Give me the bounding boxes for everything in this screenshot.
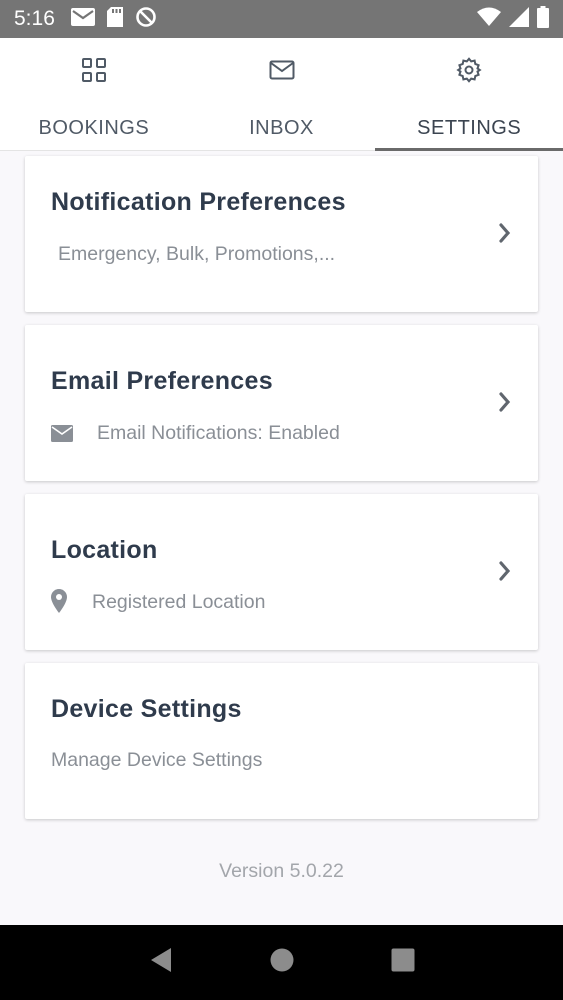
card-title: Device Settings bbox=[51, 695, 242, 723]
device-settings-card[interactable]: Device Settings Manage Device Settings bbox=[25, 663, 538, 819]
back-button[interactable] bbox=[131, 933, 191, 993]
status-bar: 5:16 bbox=[0, 0, 563, 38]
envelope-icon bbox=[269, 57, 295, 83]
version-label: Version 5.0.22 bbox=[219, 860, 344, 882]
map-pin-icon bbox=[51, 589, 67, 618]
tab-settings[interactable]: SETTINGS bbox=[375, 38, 563, 151]
back-triangle-icon bbox=[149, 947, 173, 978]
card-subtitle: Email Notifications: Enabled bbox=[97, 422, 340, 444]
battery-icon bbox=[537, 5, 549, 33]
recents-square-icon bbox=[391, 948, 415, 977]
tab-label: INBOX bbox=[249, 117, 314, 139]
signal-icon bbox=[509, 6, 529, 32]
system-nav-bar bbox=[0, 925, 563, 1000]
notification-preferences-card[interactable]: Notification Preferences Emergency, Bulk… bbox=[25, 156, 538, 312]
active-tab-indicator bbox=[375, 148, 563, 151]
recents-button[interactable] bbox=[373, 933, 433, 993]
card-title: Email Preferences bbox=[51, 367, 273, 395]
tab-bookings[interactable]: BOOKINGS bbox=[0, 38, 188, 150]
home-button[interactable] bbox=[252, 933, 312, 993]
status-time: 5:16 bbox=[14, 7, 55, 30]
card-subtitle: Manage Device Settings bbox=[51, 749, 263, 771]
chevron-right-icon bbox=[498, 391, 512, 418]
wifi-icon bbox=[477, 7, 501, 32]
chevron-right-icon bbox=[498, 222, 512, 249]
chevron-right-icon bbox=[498, 560, 512, 587]
gear-icon bbox=[456, 57, 482, 83]
grid-icon bbox=[81, 57, 107, 83]
tab-bar: BOOKINGS INBOX SETTINGS bbox=[0, 38, 563, 151]
home-circle-icon bbox=[270, 948, 294, 977]
card-title: Notification Preferences bbox=[51, 188, 346, 216]
email-preferences-card[interactable]: Email Preferences Email Notifications: E… bbox=[25, 325, 538, 481]
sd-card-icon bbox=[106, 6, 123, 32]
card-subtitle: Emergency, Bulk, Promotions,... bbox=[58, 243, 336, 265]
envelope-icon bbox=[51, 425, 73, 447]
tab-inbox[interactable]: INBOX bbox=[188, 38, 376, 150]
tab-label: SETTINGS bbox=[417, 117, 522, 139]
card-title: Location bbox=[51, 536, 158, 564]
gmail-icon bbox=[70, 7, 95, 31]
tab-label: BOOKINGS bbox=[38, 117, 150, 139]
card-subtitle: Registered Location bbox=[92, 591, 266, 613]
location-card[interactable]: Location Registered Location bbox=[25, 494, 538, 650]
data-saver-icon bbox=[135, 6, 157, 33]
